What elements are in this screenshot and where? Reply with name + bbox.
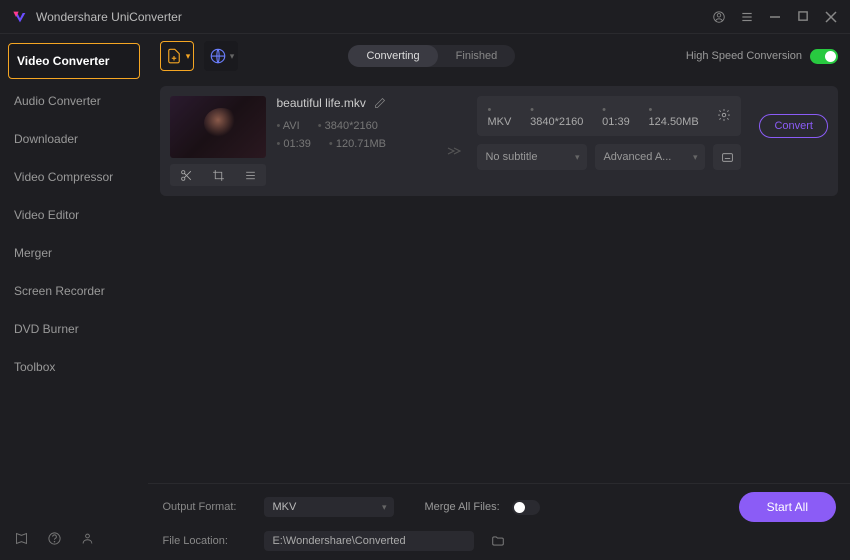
- user-icon[interactable]: [80, 531, 95, 546]
- out-resolution: 3840*2160: [530, 104, 590, 128]
- out-format: MKV: [487, 104, 518, 128]
- book-icon[interactable]: [14, 531, 29, 546]
- sidebar-item-video-editor[interactable]: Video Editor: [0, 196, 148, 234]
- hsc-label: High Speed Conversion: [686, 50, 802, 62]
- app-logo-icon: [12, 9, 28, 25]
- sidebar-item-screen-recorder[interactable]: Screen Recorder: [0, 272, 148, 310]
- edit-name-icon[interactable]: [374, 97, 386, 109]
- add-url-button[interactable]: ▾: [204, 41, 238, 71]
- file-card: beautiful life.mkv AVI 3840*2160 01:39 1…: [160, 86, 838, 196]
- sidebar-item-toolbox[interactable]: Toolbox: [0, 348, 148, 386]
- audio-select[interactable]: Advanced A...▾: [595, 144, 705, 170]
- merge-label: Merge All Files:: [424, 501, 499, 513]
- merge-toggle[interactable]: [512, 500, 540, 515]
- tab-finished[interactable]: Finished: [438, 45, 516, 67]
- file-name: beautiful life.mkv: [276, 96, 365, 110]
- sidebar-item-audio-converter[interactable]: Audio Converter: [0, 82, 148, 120]
- video-thumbnail[interactable]: [170, 96, 266, 158]
- minimize-icon[interactable]: [768, 10, 782, 24]
- trim-icon[interactable]: [176, 168, 196, 182]
- subtitle-edit-icon[interactable]: [713, 144, 741, 170]
- file-location-label: File Location:: [162, 535, 252, 547]
- toolbar: ▾ ▾ Converting Finished High Speed Conve…: [148, 34, 850, 78]
- out-duration: 01:39: [602, 104, 636, 128]
- in-format: AVI: [276, 120, 299, 132]
- crop-icon[interactable]: [208, 168, 228, 182]
- sidebar-item-video-compressor[interactable]: Video Compressor: [0, 158, 148, 196]
- menu-icon[interactable]: [740, 10, 754, 24]
- gear-icon[interactable]: [717, 108, 731, 125]
- out-size: 124.50MB: [649, 104, 706, 128]
- add-file-button[interactable]: ▾: [160, 41, 194, 71]
- hsc-toggle[interactable]: [810, 49, 838, 64]
- output-settings-bar: MKV 3840*2160 01:39 124.50MB: [477, 96, 741, 136]
- bottom-bar: Output Format: MKV▾ Merge All Files: Sta…: [148, 483, 850, 560]
- sidebar-item-video-converter[interactable]: Video Converter: [8, 43, 140, 79]
- sidebar: Video Converter Audio Converter Download…: [0, 34, 148, 560]
- app-title: Wondershare UniConverter: [36, 10, 712, 24]
- maximize-icon[interactable]: [796, 10, 810, 24]
- titlebar: Wondershare UniConverter: [0, 0, 850, 34]
- output-format-select[interactable]: MKV▾: [264, 497, 394, 517]
- close-icon[interactable]: [824, 10, 838, 24]
- sidebar-item-downloader[interactable]: Downloader: [0, 120, 148, 158]
- start-all-button[interactable]: Start All: [739, 492, 836, 522]
- sidebar-item-dvd-burner[interactable]: DVD Burner: [0, 310, 148, 348]
- output-format-label: Output Format:: [162, 501, 252, 513]
- arrow-icon: [441, 96, 467, 186]
- in-duration: 01:39: [276, 138, 310, 150]
- status-tabs: Converting Finished: [348, 45, 515, 67]
- effects-icon[interactable]: [240, 168, 260, 182]
- tab-converting[interactable]: Converting: [348, 45, 437, 67]
- help-icon[interactable]: [47, 531, 62, 546]
- file-location-input[interactable]: E:\Wondershare\Converted: [264, 531, 474, 551]
- sidebar-item-merger[interactable]: Merger: [0, 234, 148, 272]
- in-size: 120.71MB: [329, 138, 386, 150]
- subtitle-select[interactable]: No subtitle▾: [477, 144, 587, 170]
- account-icon[interactable]: [712, 10, 726, 24]
- convert-button[interactable]: Convert: [759, 114, 828, 138]
- browse-folder-icon[interactable]: [486, 530, 510, 552]
- file-list: beautiful life.mkv AVI 3840*2160 01:39 1…: [148, 78, 850, 483]
- in-resolution: 3840*2160: [318, 120, 378, 132]
